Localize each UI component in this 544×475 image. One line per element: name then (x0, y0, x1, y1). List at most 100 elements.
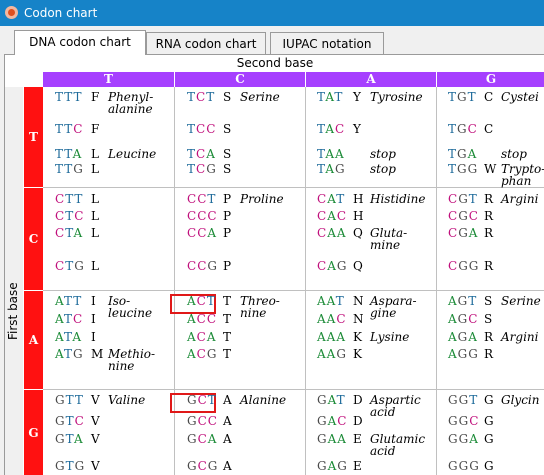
codon-ccg[interactable]: CCG (187, 260, 218, 272)
codon-tgt[interactable]: TGT (448, 91, 477, 103)
codon-aga[interactable]: AGA (448, 331, 478, 343)
codon-cac[interactable]: CAC (317, 210, 347, 222)
codon-ctc[interactable]: CTC (55, 210, 84, 222)
codon-tgg[interactable]: TGG (448, 163, 478, 175)
codon-gcg[interactable]: GCG (187, 460, 218, 472)
amino-acid-letter: N (353, 294, 364, 308)
codon-tga[interactable]: TGA (448, 148, 477, 160)
codon-cat[interactable]: CAT (317, 193, 345, 205)
tab-rna-codon-chart[interactable]: RNA codon chart (146, 32, 266, 54)
codon-gac[interactable]: GAC (317, 415, 347, 427)
codon-nucleotide: T (468, 192, 478, 206)
codon-tgc[interactable]: TGC (448, 123, 478, 135)
amino-acid-letter: A (223, 459, 232, 473)
codon-gtc[interactable]: GTC (55, 415, 85, 427)
codon-nucleotide: G (74, 459, 86, 473)
codon-nucleotide: T (187, 122, 197, 136)
codon-cgc[interactable]: CGC (448, 210, 479, 222)
codon-acc[interactable]: ACC (187, 313, 217, 325)
codon-ggc[interactable]: GGC (448, 415, 479, 427)
codon-atg[interactable]: ATG (55, 348, 84, 360)
codon-gaa[interactable]: GAA (317, 433, 347, 445)
codon-cgt[interactable]: CGT (448, 193, 478, 205)
codon-nucleotide: C (206, 312, 218, 326)
codon-nucleotide: G (187, 393, 198, 407)
codon-taa[interactable]: TAA (317, 148, 345, 160)
codon-ata[interactable]: ATA (55, 331, 82, 343)
amino-acid-letter: M (91, 347, 104, 361)
codon-gga[interactable]: GGA (448, 433, 479, 445)
codon-tat[interactable]: TAT (317, 91, 343, 103)
amino-acid-name: stop (370, 162, 396, 176)
codon-cag[interactable]: CAG (317, 260, 347, 272)
codon-agt[interactable]: AGT (448, 295, 477, 307)
codon-nucleotide: C (74, 209, 85, 223)
codon-tca[interactable]: TCA (187, 148, 216, 160)
codon-ctg[interactable]: CTG (55, 260, 85, 272)
codon-acg[interactable]: ACG (187, 348, 217, 360)
codon-agc[interactable]: AGC (448, 313, 478, 325)
codon-nucleotide: G (468, 347, 479, 361)
codon-gat[interactable]: GAT (317, 394, 346, 406)
codon-nucleotide: C (448, 192, 459, 206)
codon-nucleotide: C (73, 312, 84, 326)
codon-tta[interactable]: TTA (55, 148, 82, 160)
codon-nucleotide: C (196, 90, 207, 104)
codon-tcc[interactable]: TCC (187, 123, 216, 135)
codon-nucleotide: G (337, 459, 348, 473)
amino-acid-letter: E (353, 432, 362, 446)
amino-acid-name: Argini (501, 192, 539, 206)
codon-nucleotide: A (187, 330, 197, 344)
codon-agg[interactable]: AGG (448, 348, 479, 360)
codon-cct[interactable]: CCT (187, 193, 216, 205)
codon-cta[interactable]: CTA (55, 227, 83, 239)
codon-tct[interactable]: TCT (187, 91, 215, 103)
codon-tag[interactable]: TAG (317, 163, 346, 175)
codon-ccc[interactable]: CCC (187, 210, 218, 222)
codon-gag[interactable]: GAG (317, 460, 348, 472)
codon-aag[interactable]: AAG (317, 348, 347, 360)
codon-cgg[interactable]: CGG (448, 260, 479, 272)
codon-gca[interactable]: GCA (187, 433, 217, 445)
app-icon[interactable] (5, 6, 18, 19)
amino-acid-name: Tyrosine (370, 90, 423, 104)
codon-nucleotide: G (187, 414, 198, 428)
codon-atc[interactable]: ATC (55, 313, 83, 325)
codon-nucleotide: C (335, 122, 346, 136)
codon-cga[interactable]: CGA (448, 227, 478, 239)
amino-acid-name: Histidine (370, 192, 426, 206)
codon-act[interactable]: ACT (187, 295, 216, 307)
tab-iupac-notation[interactable]: IUPAC notation (270, 32, 384, 54)
codon-gta[interactable]: GTA (55, 433, 84, 445)
codon-nucleotide: G (207, 459, 219, 473)
codon-nucleotide: C (197, 259, 208, 273)
codon-aaa[interactable]: AAA (317, 331, 346, 343)
codon-ttt[interactable]: TTT (55, 91, 82, 103)
codon-gtg[interactable]: GTG (55, 460, 85, 472)
tab-dna-codon-chart[interactable]: DNA codon chart (14, 30, 146, 55)
codon-aac[interactable]: AAC (317, 313, 347, 325)
codon-caa[interactable]: CAA (317, 227, 347, 239)
codon-cca[interactable]: CCA (187, 227, 217, 239)
codon-nucleotide: G (55, 432, 66, 446)
amino-acid-letter: S (484, 294, 493, 308)
codon-ggg[interactable]: GGG (448, 460, 480, 472)
codon-nucleotide: T (65, 259, 75, 273)
codon-gcc[interactable]: GCC (187, 415, 218, 427)
codon-aca[interactable]: ACA (187, 331, 217, 343)
codon-nucleotide: G (336, 347, 347, 361)
codon-ctt[interactable]: CTT (55, 193, 83, 205)
codon-nucleotide: C (196, 122, 207, 136)
codon-gtt[interactable]: GTT (55, 394, 84, 406)
codon-gct[interactable]: GCT (187, 394, 217, 406)
codon-ttc[interactable]: TTC (55, 123, 83, 135)
codon-nucleotide: T (64, 312, 74, 326)
codon-tcg[interactable]: TCG (187, 163, 217, 175)
amino-acid-letter: F (91, 122, 100, 136)
codon-tac[interactable]: TAC (317, 123, 345, 135)
codon-ggt[interactable]: GGT (448, 394, 478, 406)
codon-aat[interactable]: AAT (317, 295, 345, 307)
codon-ttg[interactable]: TTG (55, 163, 84, 175)
codon-att[interactable]: ATT (55, 295, 82, 307)
codon-nucleotide: G (74, 259, 85, 273)
